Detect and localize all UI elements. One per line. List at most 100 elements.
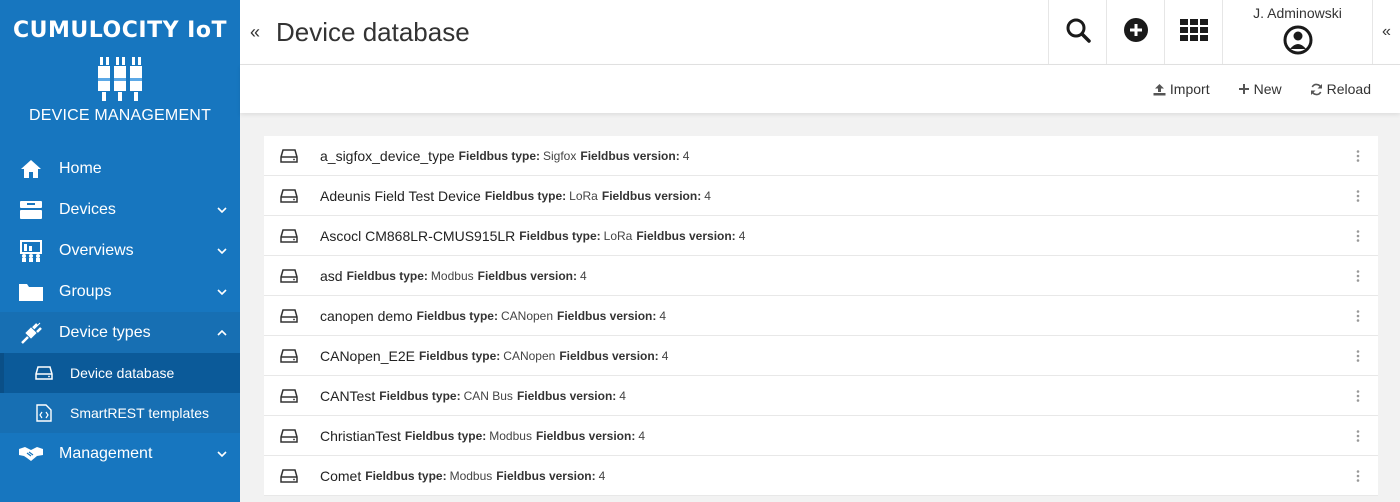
hdd-icon — [280, 428, 300, 443]
fieldbus-type-value: LoRa — [569, 188, 598, 203]
hdd-icon — [280, 468, 300, 483]
chevron-down-icon — [216, 448, 228, 460]
sidebar-item-label: Devices — [59, 200, 116, 218]
row-actions-menu-icon[interactable] — [1338, 136, 1378, 176]
sidebar-item-label: Groups — [59, 282, 112, 300]
device-type-name[interactable]: Adeunis Field Test Device — [320, 188, 481, 204]
fieldbus-version-value: 4 — [638, 428, 646, 443]
row-actions-menu-icon[interactable] — [1338, 456, 1378, 496]
fieldbus-version-label: Fieldbus version: — [557, 308, 657, 323]
fieldbus-type-label: Fieldbus type: — [404, 428, 487, 443]
sidebar-item-devices[interactable]: Devices — [0, 189, 240, 230]
fieldbus-version-value: 4 — [738, 228, 746, 243]
fieldbus-type-label: Fieldbus type: — [365, 468, 447, 483]
chevron-down-icon — [216, 245, 228, 257]
row-actions-menu-icon[interactable] — [1338, 296, 1378, 336]
fieldbus-version-value: 4 — [661, 348, 669, 363]
page-title: Device database — [276, 16, 470, 47]
fieldbus-type-value: CAN Bus — [463, 388, 513, 403]
fieldbus-version-label: Fieldbus version: — [580, 148, 680, 163]
sidebar-item-label: Device types — [59, 323, 151, 341]
hdd-icon — [280, 148, 300, 163]
device-type-row[interactable]: Ascocl CM868LR-CMUS915LR Fieldbus type: … — [264, 216, 1378, 256]
sidebar-item-label: Management — [59, 444, 153, 462]
row-actions-menu-icon[interactable] — [1338, 256, 1378, 296]
device-type-row[interactable]: CANopen_E2E Fieldbus type: CANopen Field… — [264, 336, 1378, 376]
sidebar-item-device-types[interactable]: Device types — [0, 312, 240, 353]
sidebar-item-device-database[interactable]: Device database — [0, 353, 240, 393]
device-type-row[interactable]: Comet Fieldbus type: Modbus Fieldbus ver… — [264, 456, 1378, 496]
hdd-icon — [280, 308, 300, 323]
fieldbus-type-value: Modbus — [449, 468, 493, 483]
sidebar-item-overviews[interactable]: Overviews — [0, 230, 240, 271]
sidebar-item-management[interactable]: Management — [0, 433, 240, 474]
sidebar-subitem-label: Device database — [70, 365, 175, 381]
add-button[interactable] — [1106, 0, 1164, 64]
device-type-row[interactable]: CANTest Fieldbus type: CAN Bus Fieldbus … — [264, 376, 1378, 416]
import-button[interactable]: Import — [1153, 81, 1210, 97]
new-button[interactable]: New — [1238, 81, 1282, 97]
device-type-name[interactable]: Comet — [320, 468, 361, 484]
chevron-down-icon — [216, 286, 228, 298]
collapse-right-panel-button[interactable]: « — [1372, 0, 1400, 64]
collapse-sidebar-button[interactable]: « — [240, 0, 270, 64]
fieldbus-type-value: LoRa — [603, 228, 633, 243]
device-type-row[interactable]: asd Fieldbus type: Modbus Fieldbus versi… — [264, 256, 1378, 296]
chevron-down-icon — [216, 204, 228, 216]
device-type-list: a_sigfox_device_type Fieldbus type: Sigf… — [264, 136, 1378, 496]
fieldbus-type-label: Fieldbus type: — [519, 228, 601, 243]
fieldbus-version-label: Fieldbus version: — [516, 388, 617, 403]
sidebar-item-home[interactable]: Home — [0, 148, 240, 189]
fieldbus-version-value: 4 — [619, 388, 626, 403]
search-icon — [1065, 17, 1091, 48]
user-menu[interactable]: J. Adminowski — [1222, 0, 1372, 64]
device-type-row[interactable]: ChristianTest Fieldbus type: Modbus Fiel… — [264, 416, 1378, 456]
device-type-row[interactable]: canopen demo Fieldbus type: CANopen Fiel… — [264, 296, 1378, 336]
reload-button[interactable]: Reload — [1310, 81, 1371, 97]
row-actions-menu-icon[interactable] — [1338, 176, 1378, 216]
fieldbus-version-value: 4 — [579, 268, 587, 283]
fieldbus-type-value: Modbus — [430, 268, 474, 283]
fieldbus-version-value: 4 — [704, 188, 711, 203]
device-type-name[interactable]: Ascocl CM868LR-CMUS915LR — [320, 228, 515, 244]
device-type-name[interactable]: asd — [320, 268, 343, 284]
device-type-row[interactable]: Adeunis Field Test Device Fieldbus type:… — [264, 176, 1378, 216]
row-actions-menu-icon[interactable] — [1338, 416, 1378, 456]
grid-icon — [1179, 18, 1208, 46]
brand: CUMULOCITY IoT DEVICE MANAGEMENT — [0, 0, 240, 148]
hdd-icon — [34, 366, 54, 380]
device-type-name[interactable]: a_sigfox_device_type — [320, 148, 455, 164]
fieldbus-version-label: Fieldbus version: — [636, 228, 736, 243]
search-button[interactable] — [1048, 0, 1106, 64]
code-file-icon — [34, 404, 54, 422]
device-type-name[interactable]: CANopen_E2E — [320, 348, 415, 364]
home-icon — [18, 158, 44, 180]
row-actions-menu-icon[interactable] — [1338, 216, 1378, 256]
sidebar-item-groups[interactable]: Groups — [0, 271, 240, 312]
fieldbus-type-label: Fieldbus type: — [379, 388, 461, 403]
fieldbus-version-label: Fieldbus version: — [559, 348, 659, 363]
plus-icon — [1238, 83, 1250, 95]
upload-icon — [1153, 83, 1166, 96]
brand-subtitle: DEVICE MANAGEMENT — [28, 107, 212, 124]
device-type-name[interactable]: canopen demo — [320, 308, 413, 324]
fieldbus-type-label: Fieldbus type: — [484, 188, 567, 203]
device-type-name[interactable]: ChristianTest — [320, 428, 401, 444]
devices-icon — [18, 199, 44, 221]
device-type-name[interactable]: CANTest — [320, 388, 375, 404]
app-switcher-button[interactable] — [1164, 0, 1222, 64]
plug-icon — [18, 322, 44, 344]
fieldbus-type-label: Fieldbus type: — [458, 148, 540, 163]
fieldbus-type-label: Fieldbus type: — [418, 348, 501, 363]
sidebar-item-smartrest-templates[interactable]: SmartREST templates — [0, 393, 240, 433]
reload-label: Reload — [1326, 81, 1371, 97]
row-actions-menu-icon[interactable] — [1338, 376, 1378, 416]
sidebar-item-label: Overviews — [59, 241, 134, 259]
device-type-row[interactable]: a_sigfox_device_type Fieldbus type: Sigf… — [264, 136, 1378, 176]
refresh-icon — [1310, 83, 1323, 96]
fieldbus-type-value: Modbus — [489, 428, 532, 443]
row-actions-menu-icon[interactable] — [1338, 336, 1378, 376]
handshake-icon — [18, 443, 44, 465]
import-label: Import — [1169, 81, 1210, 97]
sidebar-nav: Home Devices Overviews Groups Device typ… — [0, 148, 240, 474]
